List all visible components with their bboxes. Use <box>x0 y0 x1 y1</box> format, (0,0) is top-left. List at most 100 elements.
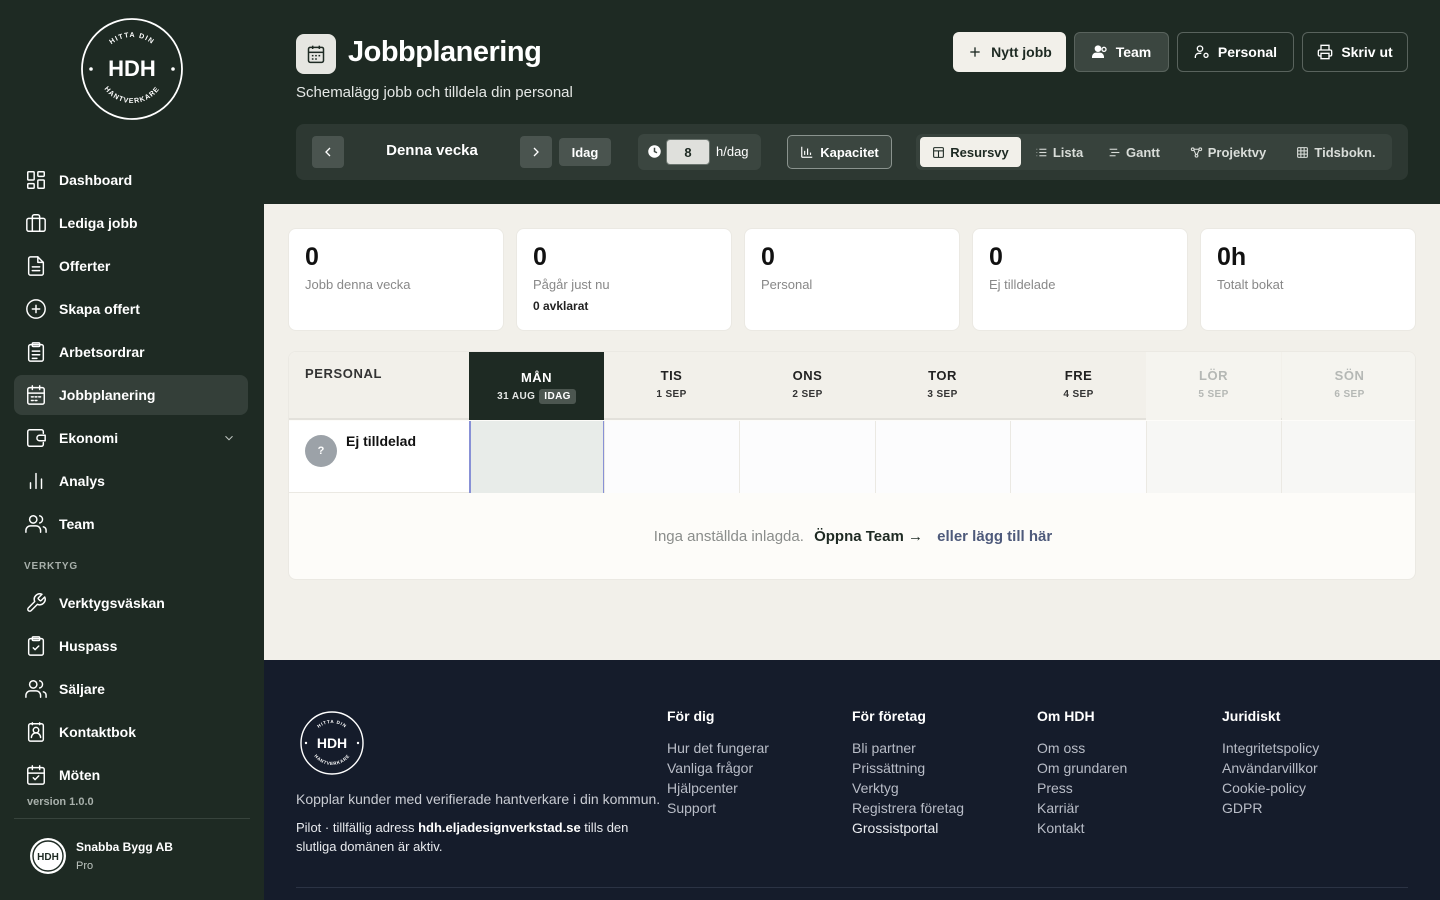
sidebar-item-verktygsvaskan[interactable]: Verktygsväskan <box>14 583 248 623</box>
sidebar-item-label: Skapa offert <box>59 301 140 317</box>
footer-link[interactable]: Hjälpcenter <box>667 778 769 798</box>
stat-card-total-booked: 0h Totalt bokat <box>1200 228 1416 331</box>
footer-link[interactable]: Karriär <box>1037 798 1127 818</box>
view-project[interactable]: Projektvy <box>1176 137 1280 167</box>
day-header-mon[interactable]: MÅN 31 AUG IDAG <box>469 352 604 420</box>
view-list[interactable]: Lista <box>1024 137 1094 167</box>
footer-link[interactable]: Bli partner <box>852 738 964 758</box>
schedule-cell-tue[interactable] <box>604 421 740 493</box>
clipboard-list-icon <box>24 340 48 364</box>
document-icon <box>24 254 48 278</box>
stat-card-jobs-this-week: 0 Jobb denna vecka <box>288 228 504 331</box>
day-header-wed[interactable]: ONS 2 SEP <box>740 352 875 420</box>
footer-link[interactable]: Prissättning <box>852 758 964 778</box>
sidebar-item-dashboard[interactable]: Dashboard <box>14 160 248 200</box>
page-title: Jobbplanering <box>348 36 542 68</box>
sidebar-item-kontaktbok[interactable]: Kontaktbok <box>14 712 248 752</box>
planning-toolbar: Denna vecka Idag h/dag Kapacitet Resursv… <box>296 124 1408 180</box>
team-button[interactable]: Team <box>1074 32 1169 72</box>
hdh-logo[interactable]: HITTA DIN HANTVERKARE HDH <box>80 17 184 121</box>
view-time-booking[interactable]: Tidsbokn. <box>1284 137 1388 167</box>
wallet-icon <box>24 426 48 450</box>
schedule-cell-fri[interactable] <box>1010 421 1146 493</box>
open-team-link[interactable]: Öppna Team → <box>814 528 923 545</box>
footer-link[interactable]: Press <box>1037 778 1127 798</box>
footer-link[interactable]: Cookie-policy <box>1222 778 1319 798</box>
sidebar-item-skapa-offert[interactable]: Skapa offert <box>14 289 248 329</box>
today-button[interactable]: Idag <box>559 138 611 166</box>
sidebar-item-ekonomi[interactable]: Ekonomi <box>14 418 248 458</box>
svg-text:HDH: HDH <box>37 852 59 863</box>
sidebar-item-team[interactable]: Team <box>14 504 248 544</box>
day-header-fri[interactable]: FRE 4 SEP <box>1011 352 1146 420</box>
hours-per-day-input[interactable] <box>666 139 710 165</box>
sidebar-item-lediga-jobb[interactable]: Lediga jobb <box>14 203 248 243</box>
wrench-icon <box>24 591 48 615</box>
footer-link[interactable]: Grossistportal <box>852 818 964 838</box>
footer-link[interactable]: Support <box>667 798 769 818</box>
sidebar-item-label: Team <box>59 516 95 532</box>
new-job-button[interactable]: Nytt jobb <box>953 32 1066 72</box>
table-row: ? Ej tilldelad <box>289 421 1415 493</box>
schedule-cell-sun[interactable] <box>1281 421 1415 493</box>
view-switcher: Resursvy Lista Gantt Projektvy Tidsbokn. <box>916 134 1392 170</box>
schedule-cell-wed[interactable] <box>739 421 875 493</box>
account-switcher[interactable]: HDH Snabba Bygg AB Pro <box>30 838 173 874</box>
footer-column-about: Om HDH Om oss Om grundaren Press Karriär… <box>1037 708 1128 838</box>
day-header-tue[interactable]: TIS 1 SEP <box>604 352 739 420</box>
footer-link[interactable]: Vanliga frågor <box>667 758 769 778</box>
view-resource[interactable]: Resursvy <box>920 137 1021 167</box>
footer-link[interactable]: Integritetspolicy <box>1222 738 1319 758</box>
sidebar-item-arbetsordrar[interactable]: Arbetsordrar <box>14 332 248 372</box>
stat-card-in-progress: 0 Pågår just nu 0 avklarat <box>516 228 732 331</box>
next-week-button[interactable] <box>520 136 552 168</box>
schedule-cell-mon[interactable] <box>469 421 605 493</box>
day-header-thu[interactable]: TOR 3 SEP <box>875 352 1010 420</box>
grid-table-icon <box>1297 146 1309 158</box>
footer-link[interactable]: Hur det fungerar <box>667 738 769 758</box>
sidebar-item-huspass[interactable]: Huspass <box>14 626 248 666</box>
add-employee-link[interactable]: eller lägg till här <box>937 528 1052 545</box>
chevron-down-icon[interactable] <box>222 431 236 445</box>
stat-label: Ej tilldelade <box>989 277 1056 292</box>
schedule-cell-sat[interactable] <box>1146 421 1282 493</box>
previous-week-button[interactable] <box>312 136 344 168</box>
footer-logo[interactable]: HITTA DIN HANTVERKARE HDH <box>299 710 365 776</box>
sidebar-item-offerter[interactable]: Offerter <box>14 246 248 286</box>
account-company: Snabba Bygg AB <box>76 840 173 854</box>
personal-button[interactable]: Personal <box>1177 32 1294 72</box>
briefcase-icon <box>24 211 48 235</box>
sidebar-item-moten[interactable]: Möten <box>14 755 248 795</box>
schedule-cell-thu[interactable] <box>875 421 1011 493</box>
sidebar-item-label: Dashboard <box>59 172 133 188</box>
sidebar-item-label: Jobbplanering <box>59 387 156 403</box>
sidebar-item-jobbplanering[interactable]: Jobbplanering <box>14 375 248 415</box>
user-cog-icon <box>1194 45 1209 58</box>
footer-link[interactable]: Verktyg <box>852 778 964 798</box>
stat-sub: 0 avklarat <box>533 299 589 313</box>
day-header-sat[interactable]: LÖR 5 SEP <box>1146 352 1281 420</box>
page-header: Jobbplanering Schemalägg jobb och tillde… <box>264 0 1440 204</box>
footer-link[interactable]: Registrera företag <box>852 798 964 818</box>
sidebar-item-saljare[interactable]: Säljare <box>14 669 248 709</box>
footer-link[interactable]: Om oss <box>1037 738 1127 758</box>
view-gantt[interactable]: Gantt <box>1098 137 1170 167</box>
clock-icon <box>647 144 662 159</box>
sidebar-item-label: Lediga jobb <box>59 215 138 231</box>
column-personal: PERSONAL <box>305 366 383 381</box>
stat-value: 0h <box>1217 243 1247 271</box>
calendar-check-icon <box>24 763 48 787</box>
footer-link[interactable]: GDPR <box>1222 798 1319 818</box>
footer-link[interactable]: Användarvillkor <box>1222 758 1319 778</box>
users-icon <box>24 512 48 536</box>
footer-link[interactable]: Kontakt <box>1037 818 1127 838</box>
print-button[interactable]: Skriv ut <box>1302 32 1408 72</box>
today-badge: IDAG <box>539 389 576 404</box>
empty-state-message: Inga anställda inlagda. Öppna Team → ell… <box>653 528 1053 545</box>
capacity-button[interactable]: Kapacitet <box>787 135 892 169</box>
sidebar-item-analys[interactable]: Analys <box>14 461 248 501</box>
day-header-sun[interactable]: SÖN 6 SEP <box>1282 352 1415 420</box>
footer-link[interactable]: Om grundaren <box>1037 758 1127 778</box>
sidebar-item-label: Arbetsordrar <box>59 344 145 360</box>
plus-circle-icon <box>24 297 48 321</box>
